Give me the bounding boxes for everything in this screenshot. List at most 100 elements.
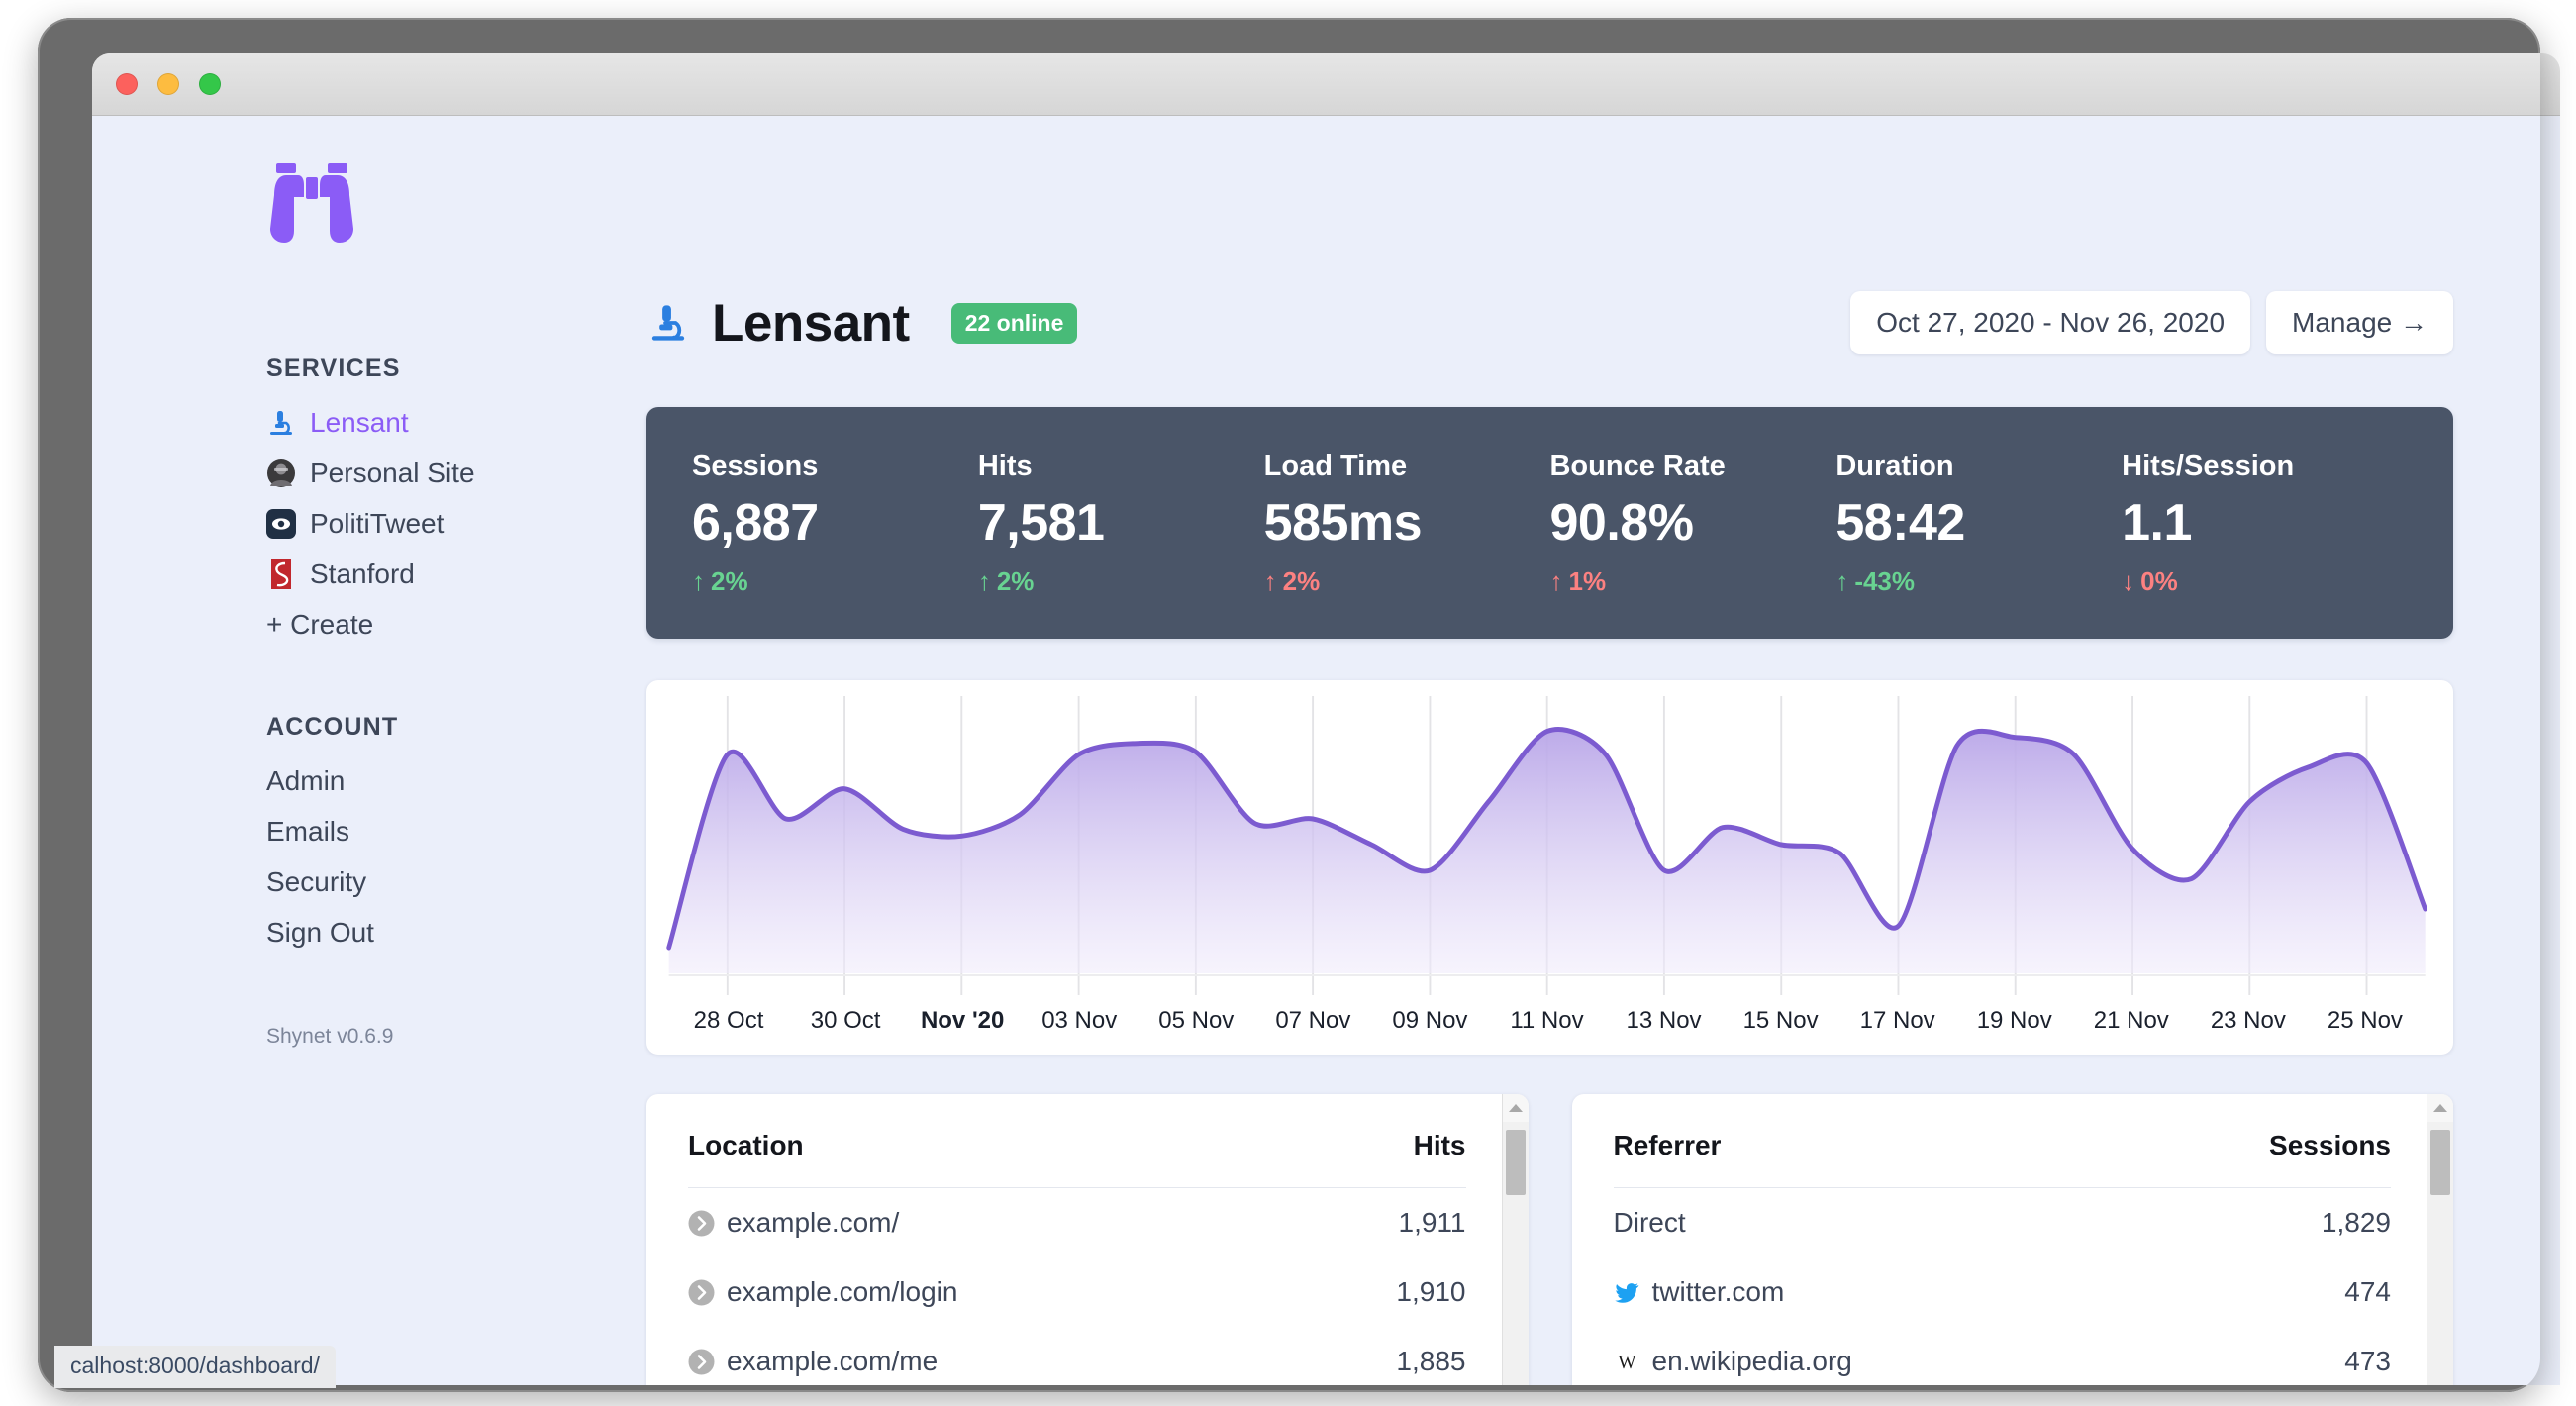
sidebar-services-heading: SERVICES: [266, 354, 401, 382]
stat-hits-per-session: Hits/Session 1.1 ↓ 0%: [2122, 451, 2408, 597]
stats-bar: Sessions 6,887 ↑ 2% Hits 7,581 ↑ 2% Load T…: [646, 407, 2453, 639]
referrers-row-list: Direct 1,829 twitter.com 474 Wen.wikipedia.o…: [1614, 1188, 2392, 1385]
sidebar-item-label: Security: [266, 865, 367, 897]
date-range-selector[interactable]: Oct 27, 2020 - Nov 26, 2020: [1850, 291, 2251, 354]
sidebar-item-emails[interactable]: Emails: [266, 806, 557, 856]
locations-table: Location Hits example.com/1,911 example.c…: [646, 1094, 1502, 1385]
maximize-window-button[interactable]: [199, 73, 221, 95]
stat-bounce-rate: Bounce Rate 90.8% ↑ 1%: [1549, 451, 1835, 597]
stat-delta: ↑ -43%: [1835, 566, 1916, 596]
stat-hits: Hits 7,581 ↑ 2%: [978, 451, 1264, 597]
table-row[interactable]: Wen.wikipedia.org 473: [1614, 1327, 2391, 1385]
wikipedia-icon: W: [1618, 1353, 1635, 1373]
sidebar-item-security[interactable]: Security: [266, 856, 557, 907]
chart-x-tick-label: 21 Nov: [2093, 1007, 2169, 1034]
arrow-up-icon: ↑: [692, 566, 705, 596]
chart-x-tick-label: 13 Nov: [1626, 1007, 1702, 1034]
online-status-badge: 22 online: [950, 302, 1078, 344]
manage-button[interactable]: Manage →: [2266, 291, 2453, 354]
row-label: twitter.com: [1651, 1276, 1785, 1307]
row-label-cell: example.com/: [688, 1207, 899, 1239]
sidebar-item-stanford[interactable]: Stanford: [266, 549, 557, 599]
stanford-icon: [271, 558, 291, 589]
chevron-circle-icon: [688, 1279, 715, 1305]
scroll-up-icon[interactable]: [2427, 1094, 2453, 1122]
referrers-scrollbar[interactable]: [2427, 1094, 2453, 1385]
os-window-frame: SERVICES Lensant Personal Site PolitiTwe…: [38, 18, 2560, 1392]
stat-delta: ↓ 0%: [2122, 566, 2178, 596]
chart-x-tick-label: Nov '20: [920, 1007, 1005, 1034]
chevron-circle-icon: [688, 1210, 715, 1236]
row-value: 1,911: [1398, 1207, 1466, 1238]
sessions-area-chart: [666, 696, 2428, 995]
sidebar-item-label: Personal Site: [310, 456, 475, 488]
sidebar-item-polititweet[interactable]: PolitiTweet: [266, 498, 557, 549]
stat-label: Bounce Rate: [1549, 451, 1726, 482]
minimize-window-button[interactable]: [157, 73, 179, 95]
stat-value: 585ms: [1263, 494, 1423, 552]
chart-x-tick-label: 23 Nov: [2210, 1007, 2286, 1034]
stat-value: 58:42: [1835, 494, 1965, 552]
window-controls: [116, 73, 221, 95]
stat-duration: Duration 58:42 ↑ -43%: [1835, 451, 2122, 597]
sidebar-item-label: + Create: [266, 608, 374, 640]
table-row[interactable]: example.com/me 1,885: [688, 1327, 1466, 1385]
chart-x-tick-label: 17 Nov: [1859, 1007, 1935, 1034]
sidebar-item-create[interactable]: + Create: [266, 599, 557, 650]
stat-sessions: Sessions 6,887 ↑ 2%: [692, 451, 978, 597]
locations-scrollbar[interactable]: [1501, 1094, 1529, 1385]
scroll-up-icon[interactable]: [1502, 1094, 1529, 1122]
arrow-down-icon: ↓: [2122, 566, 2135, 596]
scrollbar-thumb[interactable]: [1505, 1130, 1526, 1195]
stat-value: 1.1: [2122, 494, 2192, 552]
page-header: Lensant 22 online Oct 27, 2020 - Nov 26,…: [646, 116, 2453, 359]
referrers-table: Referrer Sessions Direct 1,829 twitter.com…: [1572, 1094, 2427, 1385]
arrow-up-icon: ↑: [1263, 566, 1277, 596]
app-version-label: Shynet v0.6.9: [266, 1025, 394, 1048]
site-title-group: Lensant 22 online: [646, 293, 1078, 353]
sidebar-item-personal-site[interactable]: Personal Site: [266, 448, 557, 498]
sidebar: SERVICES Lensant Personal Site PolitiTwe…: [92, 116, 557, 1385]
chart-x-tick-label: 07 Nov: [1275, 1007, 1351, 1034]
sidebar-item-lensant[interactable]: Lensant: [266, 397, 557, 448]
sidebar-item-label: Lensant: [310, 406, 409, 438]
browser-window: SERVICES Lensant Personal Site PolitiTwe…: [92, 53, 2560, 1385]
locations-row-list: example.com/1,911 example.com/login 1,910 e…: [688, 1188, 1466, 1385]
chart-x-tick-label: 05 Nov: [1158, 1007, 1235, 1034]
main-content: Lensant 22 online Oct 27, 2020 - Nov 26,…: [557, 116, 2560, 1385]
scrollbar-thumb[interactable]: [2430, 1130, 2450, 1195]
table-row[interactable]: example.com/login 1,910: [688, 1257, 1466, 1327]
chart-x-tick-label: 15 Nov: [1742, 1007, 1819, 1034]
table-row[interactable]: example.com/1,911: [688, 1188, 1466, 1257]
stat-label: Load Time: [1263, 451, 1408, 482]
row-label-cell: Wen.wikipedia.org: [1614, 1346, 1852, 1377]
table-row[interactable]: Direct 1,829: [1614, 1188, 2392, 1257]
stat-label: Hits: [977, 451, 1033, 482]
row-label: example.com/me: [727, 1346, 939, 1376]
row-label: example.com/login: [727, 1276, 958, 1307]
chart-x-tick-label: 30 Oct: [810, 1007, 881, 1034]
sidebar-item-sign-out[interactable]: Sign Out: [266, 907, 557, 957]
sidebar-account-heading: ACCOUNT: [266, 713, 399, 741]
microscope-icon: [270, 410, 292, 435]
arrow-up-icon: ↑: [1835, 566, 1849, 596]
sessions-chart-card: 28 Oct 30 Oct Nov '20 03 Nov 05 Nov 07 Nov 09 …: [646, 680, 2453, 1054]
stat-delta: ↑ 1%: [1549, 566, 1607, 596]
stat-label: Duration: [1835, 451, 1954, 482]
sidebar-item-admin[interactable]: Admin: [266, 755, 557, 806]
stat-label: Sessions: [692, 451, 819, 482]
row-value: 1,910: [1396, 1276, 1466, 1307]
chevron-circle-icon: [688, 1349, 715, 1374]
row-value: 1,829: [2321, 1207, 2391, 1238]
binoculars-logo-icon: [270, 163, 353, 243]
stat-label: Hits/Session: [2122, 451, 2295, 482]
sidebar-item-label: PolitiTweet: [310, 507, 445, 539]
table-row[interactable]: twitter.com 474: [1614, 1257, 2391, 1327]
row-label: Direct: [1613, 1207, 1686, 1238]
bottom-tables: Location Hits example.com/1,911 example.c…: [646, 1094, 2453, 1385]
sidebar-item-label: Sign Out: [266, 916, 374, 948]
close-window-button[interactable]: [116, 73, 138, 95]
browser-status-url: calhost:8000/dashboard/: [54, 1346, 336, 1388]
chart-x-tick-label: 19 Nov: [1976, 1007, 2052, 1034]
stat-value: 7,581: [977, 494, 1105, 552]
